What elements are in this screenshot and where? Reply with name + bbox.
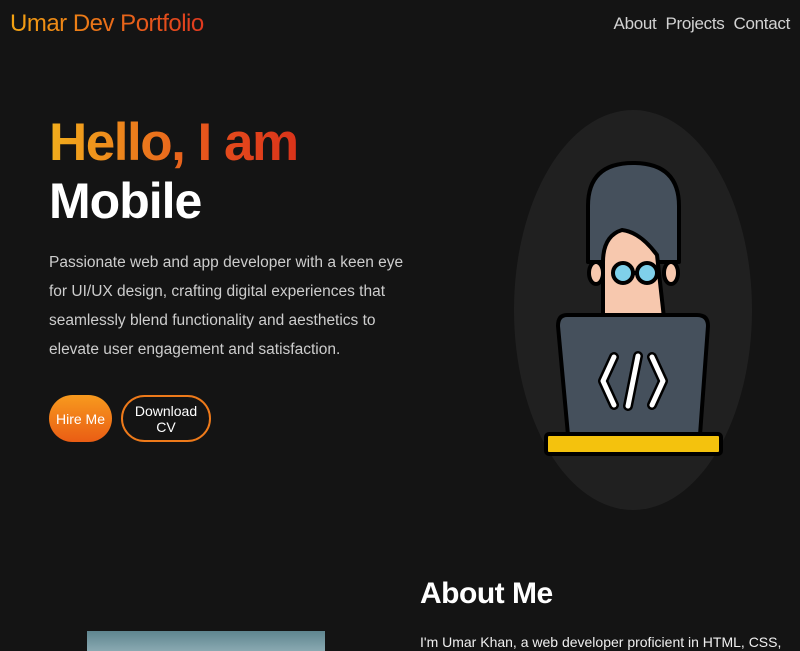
top-navbar: Umar Dev Portfolio About Projects Contac…	[0, 0, 800, 52]
nav-link-about[interactable]: About	[614, 14, 657, 34]
nav-link-projects[interactable]: Projects	[665, 14, 724, 34]
developer-coding-icon	[514, 110, 752, 510]
site-logo[interactable]: Umar Dev Portfolio	[10, 10, 204, 38]
hero-role: Mobile	[49, 173, 202, 229]
download-cv-button[interactable]: Download CV	[121, 395, 211, 442]
hero-greeting: Hello, I am	[49, 113, 299, 172]
about-text: I'm Umar Khan, a web developer proficien…	[420, 634, 782, 650]
nav-link-contact[interactable]: Contact	[734, 14, 791, 34]
about-title: About Me	[420, 577, 553, 610]
hire-me-button[interactable]: Hire Me	[49, 395, 112, 442]
about-photo	[87, 631, 325, 651]
hero-description: Passionate web and app developer with a …	[49, 254, 404, 358]
nav-menu: About Projects Contact	[614, 14, 791, 34]
